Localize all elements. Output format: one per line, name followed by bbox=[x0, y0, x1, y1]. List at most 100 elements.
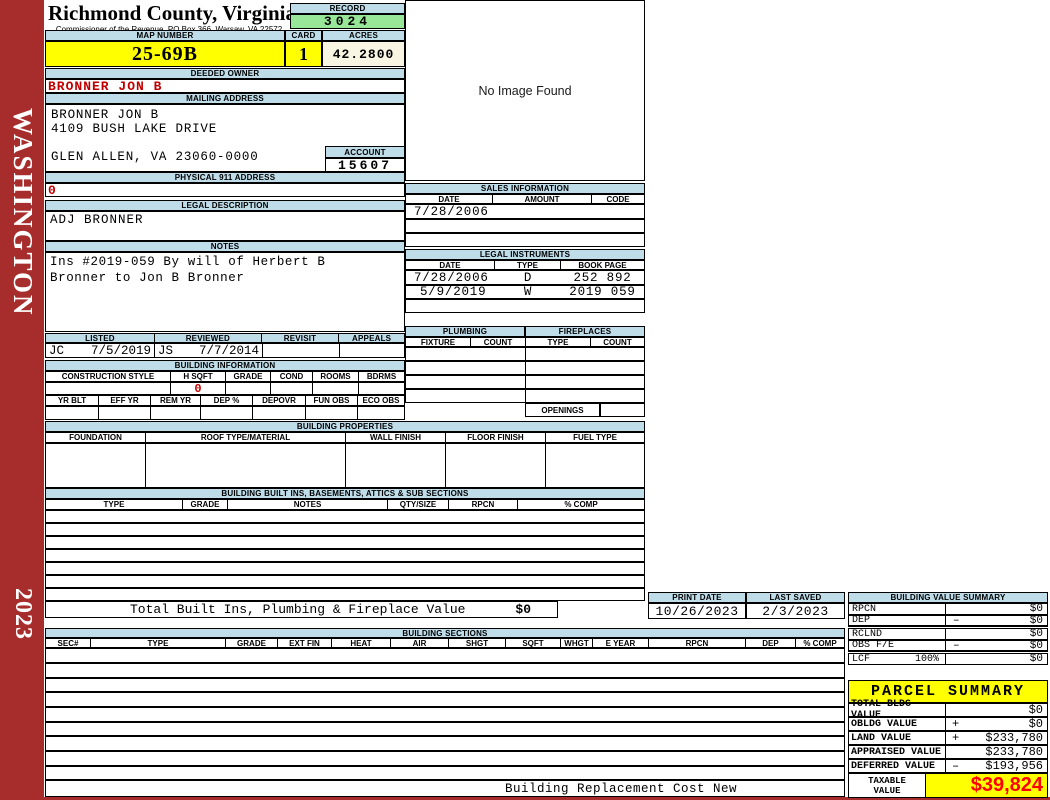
hsqft-value: 0 bbox=[171, 382, 226, 396]
sales-row-3 bbox=[405, 233, 645, 247]
floor-finish-value bbox=[446, 444, 546, 487]
bvs-value-cell: $0 bbox=[946, 603, 1047, 615]
visit-header-row: LISTED REVIEWED REVISIT APPEALS bbox=[45, 333, 405, 343]
remyr-value bbox=[151, 407, 201, 419]
plumbfire-row bbox=[405, 361, 645, 375]
building-info-value-2 bbox=[45, 406, 405, 420]
appeals-value bbox=[340, 344, 404, 357]
record-label: RECORD bbox=[290, 3, 405, 14]
reviewed-date: 7/7/2014 bbox=[198, 343, 259, 358]
builtin-type-label: TYPE bbox=[46, 500, 183, 509]
listed-date: 7/5/2019 bbox=[90, 343, 151, 358]
yrblt-label: YR BLT bbox=[46, 396, 99, 405]
empty-cell bbox=[406, 348, 526, 360]
map-number-label: MAP NUMBER bbox=[45, 30, 285, 41]
dep-label: DEP % bbox=[201, 396, 253, 405]
building-info-header-2: YR BLT EFF YR REM YR DEP % DEPOVR FUN OB… bbox=[45, 395, 405, 406]
cond-label: COND bbox=[271, 372, 313, 381]
funobs-value bbox=[306, 407, 358, 419]
sec-comp-label: % COMP bbox=[803, 639, 837, 647]
blank-row bbox=[45, 536, 645, 549]
blank-row bbox=[45, 648, 845, 663]
effyr-label: EFF YR bbox=[99, 396, 151, 405]
plumbfire-header-row: FIXTURE COUNT TYPE COUNT bbox=[405, 337, 645, 347]
ps-value-cell: + $233,780 bbox=[946, 731, 1047, 745]
funobs-label: FUN OBS bbox=[306, 396, 358, 405]
sales-information-title: SALES INFORMATION bbox=[405, 183, 645, 194]
blank-row bbox=[45, 692, 845, 707]
blank-row bbox=[45, 510, 645, 523]
account-value: 15607 bbox=[325, 158, 405, 173]
construction-style-value bbox=[46, 383, 171, 394]
bvs-label: OBS F/E bbox=[849, 640, 946, 651]
print-date-value: 10/26/2023 bbox=[648, 603, 746, 619]
bvs-value-cell: – $0 bbox=[946, 640, 1047, 652]
mailing-address-label: MAILING ADDRESS bbox=[45, 93, 405, 104]
effyr-value bbox=[99, 407, 151, 419]
instrument-date-label: DATE bbox=[406, 261, 495, 269]
taxable-value: $39,824 bbox=[926, 774, 1047, 797]
building-properties-header: FOUNDATION ROOF TYPE/MATERIAL WALL FINIS… bbox=[45, 432, 645, 443]
ps-value: $0 bbox=[1028, 717, 1043, 731]
building-properties-body bbox=[45, 443, 645, 488]
notes-line-1: Ins #2019-059 By will of Herbert B bbox=[50, 255, 326, 269]
fuel-type-label: FUEL TYPE bbox=[573, 433, 617, 442]
revisit-value bbox=[263, 344, 340, 357]
remyr-label: REM YR bbox=[151, 396, 201, 405]
plumbfire-row bbox=[405, 389, 645, 403]
blank-row bbox=[45, 722, 845, 736]
empty-cell bbox=[406, 390, 526, 402]
sales-row-1: 7/28/2006 bbox=[405, 204, 645, 219]
built-ins-total-row: Total Built Ins, Plumbing & Fireplace Va… bbox=[45, 601, 558, 618]
bdrms-value bbox=[359, 383, 404, 394]
rooms-label: ROOMS bbox=[313, 372, 359, 381]
ps-value: $0 bbox=[1028, 703, 1043, 717]
ps-value-cell: $0 bbox=[946, 703, 1047, 717]
sec-label: SEC# bbox=[46, 639, 91, 647]
building-info-header-1: CONSTRUCTION STYLE H SQFT GRADE COND ROO… bbox=[45, 371, 405, 382]
ps-value-cell: $233,780 bbox=[946, 745, 1047, 759]
visit-value-row: JC 7/5/2019 JS 7/7/2014 bbox=[45, 343, 405, 358]
fuel-type-value bbox=[546, 444, 644, 487]
yrblt-value bbox=[46, 407, 99, 419]
plumbfire-row bbox=[405, 347, 645, 361]
blank-row bbox=[45, 707, 845, 722]
last-saved-label: LAST SAVED bbox=[746, 592, 845, 603]
listed-value: JC 7/5/2019 bbox=[46, 343, 155, 358]
ps-label: APPRAISED VALUE bbox=[849, 746, 946, 758]
sec-type-label: TYPE bbox=[91, 639, 226, 647]
plumbing-count-label: COUNT bbox=[471, 338, 526, 346]
sec-sqft-label: SQFT bbox=[506, 639, 561, 647]
construction-style-label: CONSTRUCTION STYLE bbox=[46, 372, 171, 381]
blank-row bbox=[45, 575, 645, 588]
footer-row: Building Replacement Cost New bbox=[45, 780, 845, 797]
sec-grade-label: GRADE bbox=[226, 639, 278, 647]
physical-address-value: 0 bbox=[45, 183, 405, 198]
bvs-value: $0 bbox=[1029, 653, 1043, 665]
sidebar: WASHINGTON 2023 bbox=[0, 0, 44, 800]
floor-finish-label: FLOOR FINISH bbox=[446, 433, 546, 442]
property-record-card: WASHINGTON 2023 Richmond County, Virgini… bbox=[0, 0, 1050, 800]
ps-row-appraised: APPRAISED VALUE $233,780 bbox=[848, 745, 1048, 759]
hsqft-label: H SQFT bbox=[171, 372, 226, 381]
instrument-row-3 bbox=[405, 299, 645, 313]
card-value: 1 bbox=[285, 41, 322, 67]
foundation-label: FOUNDATION bbox=[46, 433, 146, 442]
revisit-label: REVISIT bbox=[260, 333, 340, 343]
plumbfire-row bbox=[405, 375, 645, 389]
notes-line-2: Bronner to Jon B Bronner bbox=[50, 271, 245, 285]
instruments-header-row: DATE TYPE BOOK PAGE bbox=[405, 260, 645, 270]
instrument-type-label: TYPE bbox=[495, 261, 561, 269]
legal-description-value: ADJ BRONNER bbox=[45, 211, 405, 241]
sales-code-label: CODE bbox=[606, 195, 630, 203]
physical-address-label: PHYSICAL 911 ADDRESS bbox=[45, 172, 405, 183]
roof-value bbox=[146, 444, 346, 487]
built-ins-total-value: $0 bbox=[515, 602, 531, 617]
ps-row-deferred: DEFERRED VALUE – $193,956 bbox=[848, 759, 1048, 773]
empty-cell bbox=[526, 376, 644, 388]
acres-value: 42.2800 bbox=[322, 41, 405, 67]
legal-description-label: LEGAL DESCRIPTION bbox=[45, 200, 405, 211]
bvs-label: RCLND bbox=[849, 629, 946, 640]
depovr-value bbox=[253, 407, 306, 419]
bdrms-label: BDRMS bbox=[366, 372, 397, 381]
